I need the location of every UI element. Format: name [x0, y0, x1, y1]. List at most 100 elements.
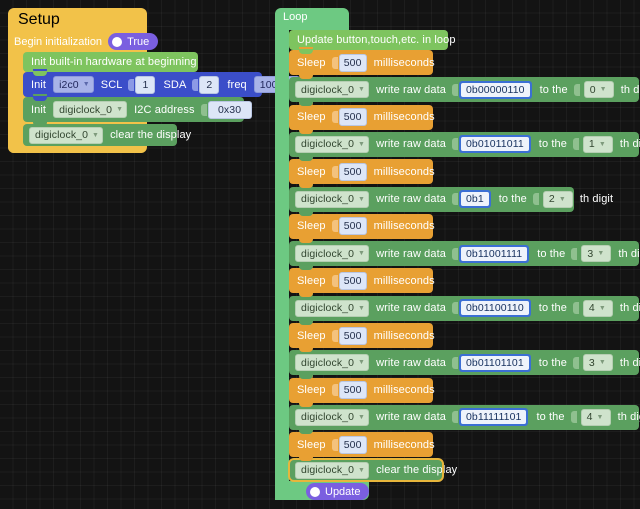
raw-data-literal[interactable]: 0b01011011 [458, 135, 531, 154]
sleep-prefix-label: Sleep [297, 274, 326, 287]
scl-label: SCL [100, 78, 123, 91]
raw-data-literal[interactable]: 0b00000110 [458, 80, 532, 99]
sleep-block[interactable]: Sleep 500 milliseconds [289, 210, 435, 243]
digit-dropdown[interactable]: 3 ▼ [582, 354, 613, 372]
raw-data-literal[interactable]: 0b01100110 [458, 299, 531, 318]
raw-data-value: 0b01101101 [460, 355, 529, 370]
chevron-down-icon: ▼ [82, 81, 90, 88]
sleep-prefix-label: Sleep [297, 438, 326, 451]
write-object-dropdown[interactable]: digiclock_0 ▼ [295, 299, 370, 317]
digit-dropdown[interactable]: 3 ▼ [581, 245, 612, 263]
raw-data-literal[interactable]: 0b11001111 [458, 244, 530, 263]
chevron-down-icon: ▼ [598, 304, 606, 312]
sda-value-field[interactable]: 2 [199, 75, 220, 94]
sleep-block[interactable]: Sleep 500 milliseconds [289, 265, 435, 298]
data-socket-plug-icon [451, 247, 458, 260]
chevron-down-icon: ▼ [358, 413, 366, 421]
sda-socket-plug-icon [192, 78, 199, 91]
data-socket-plug-icon [451, 193, 458, 205]
th-digit-label: th digit [579, 193, 614, 205]
init-i2c-block[interactable]: Init i2c0 ▼ SCL 1 SDA 2 freq 100K ▼ [23, 69, 300, 101]
sleep-value-field[interactable]: 500 [338, 162, 367, 181]
write-object-dropdown[interactable]: digiclock_0 ▼ [295, 190, 370, 208]
loop-clear-object-value: digiclock_0 [301, 464, 355, 476]
to-the-label: to the [538, 302, 567, 315]
write-raw-data-block[interactable]: digiclock_0 ▼ write raw data 0b11001111 to t… [289, 238, 640, 271]
sleep-value-field[interactable]: 500 [338, 271, 367, 290]
raw-data-literal[interactable]: 0b1 [458, 190, 491, 208]
digit-socket-plug-icon [572, 356, 579, 369]
write-raw-data-block[interactable]: digiclock_0 ▼ write raw data 0b00000110 to t… [289, 74, 640, 107]
sleep-block[interactable]: Sleep 500 milliseconds [289, 101, 435, 134]
write-object-value: digiclock_0 [301, 302, 355, 315]
i2c-address-value-field[interactable]: 0x30 [207, 100, 252, 119]
write-raw-data-block[interactable]: digiclock_0 ▼ write raw data 0b1 to the 2 ▼ th … [289, 183, 613, 216]
sleep-socket-plug-icon [331, 111, 338, 124]
setup-clear-object-dropdown[interactable]: digiclock_0 ▼ [29, 126, 104, 144]
write-object-dropdown[interactable]: digiclock_0 ▼ [295, 408, 370, 426]
setup-title: Setup [18, 11, 60, 28]
raw-data-literal[interactable]: 0b11111101 [458, 408, 529, 427]
sleep-block[interactable]: Sleep 500 milliseconds [289, 320, 435, 352]
digit-dropdown[interactable]: 2 ▼ [542, 190, 573, 208]
th-digit-label: th digit [619, 302, 640, 315]
chevron-down-icon: ▼ [597, 250, 605, 258]
sleep-value-field[interactable]: 500 [338, 435, 367, 454]
chevron-down-icon: ▼ [358, 359, 366, 367]
digit-dropdown[interactable]: 4 ▼ [582, 299, 613, 317]
chevron-down-icon: ▼ [598, 359, 606, 367]
sleep-block[interactable]: Sleep 500 milliseconds [289, 156, 435, 189]
init-i2c-prefix: Init [31, 78, 47, 91]
init-digiclock-block[interactable]: Init digiclock_0 ▼ I2C address 0x30 [23, 94, 252, 126]
write-object-dropdown[interactable]: digiclock_0 ▼ [295, 354, 370, 372]
write-raw-data-label: write raw data [376, 302, 446, 315]
sleep-socket-plug-icon [331, 274, 338, 287]
chevron-down-icon: ▼ [358, 304, 366, 312]
loop-clear-object-dropdown[interactable]: digiclock_0 ▼ [295, 461, 370, 479]
write-object-dropdown[interactable]: digiclock_0 ▼ [295, 245, 370, 263]
sleep-value-field[interactable]: 500 [338, 53, 367, 72]
begin-initialization-toggle[interactable]: True [108, 33, 159, 50]
write-raw-data-block[interactable]: digiclock_0 ▼ write raw data 0b01100110 to t… [289, 292, 640, 325]
digiclock-object-value: digiclock_0 [59, 103, 113, 116]
chevron-down-icon: ▼ [599, 86, 607, 94]
init-builtin-hardware-block[interactable]: Init built-in hardware at beginning [23, 52, 198, 76]
scl-socket-plug-icon [128, 78, 135, 91]
digit-socket-plug-icon [572, 302, 579, 315]
digit-dropdown[interactable]: 1 ▼ [582, 135, 613, 153]
sleep-value-field[interactable]: 500 [338, 326, 367, 345]
digiclock-object-dropdown[interactable]: digiclock_0 ▼ [53, 101, 128, 118]
sleep-suffix-label: milliseconds [373, 274, 435, 287]
setup-clear-display-block[interactable]: digiclock_0 ▼ clear the display [23, 121, 191, 146]
sleep-block[interactable]: Sleep 500 milliseconds [289, 47, 435, 79]
loop-clear-display-block[interactable]: digiclock_0 ▼ clear the display [288, 456, 457, 482]
loop-update-footer[interactable]: Update [306, 483, 370, 502]
write-object-dropdown[interactable]: digiclock_0 ▼ [295, 135, 370, 153]
sleep-value-field[interactable]: 500 [338, 108, 367, 127]
chevron-down-icon: ▼ [558, 195, 566, 203]
raw-data-value: 0b11001111 [460, 246, 528, 261]
blockly-workspace[interactable]: Setup Begin initialization True Init bui… [0, 0, 640, 509]
write-object-dropdown[interactable]: digiclock_0 ▼ [295, 81, 370, 99]
sleep-suffix-label: milliseconds [373, 329, 435, 342]
write-raw-data-block[interactable]: digiclock_0 ▼ write raw data 0b11111101 to t… [289, 401, 640, 434]
sleep-prefix-label: Sleep [297, 165, 326, 178]
write-raw-data-block[interactable]: digiclock_0 ▼ write raw data 0b01101101 to t… [289, 347, 640, 380]
write-raw-data-block[interactable]: digiclock_0 ▼ write raw data 0b01011011 to t… [289, 128, 640, 161]
digit-dropdown[interactable]: 0 ▼ [583, 81, 614, 99]
raw-data-literal[interactable]: 0b01101101 [458, 353, 531, 372]
address-socket-plug-icon [200, 103, 207, 116]
chevron-down-icon: ▼ [358, 466, 366, 474]
sleep-block[interactable]: Sleep 500 milliseconds [289, 429, 435, 462]
loop-clear-display-label: clear the display [376, 464, 458, 476]
sleep-block[interactable]: Sleep 500 milliseconds [289, 374, 435, 407]
sleep-value-field[interactable]: 500 [338, 217, 367, 236]
sleep-value-field[interactable]: 500 [338, 381, 367, 400]
i2c-bus-dropdown[interactable]: i2c0 ▼ [53, 76, 94, 93]
th-digit-label: th digit [619, 356, 640, 369]
chevron-down-icon: ▼ [92, 131, 100, 139]
scl-value-field[interactable]: 1 [135, 75, 156, 94]
digit-value: 1 [588, 138, 595, 151]
digit-dropdown[interactable]: 4 ▼ [580, 408, 611, 426]
loop-update-pill[interactable]: Update [306, 483, 370, 500]
